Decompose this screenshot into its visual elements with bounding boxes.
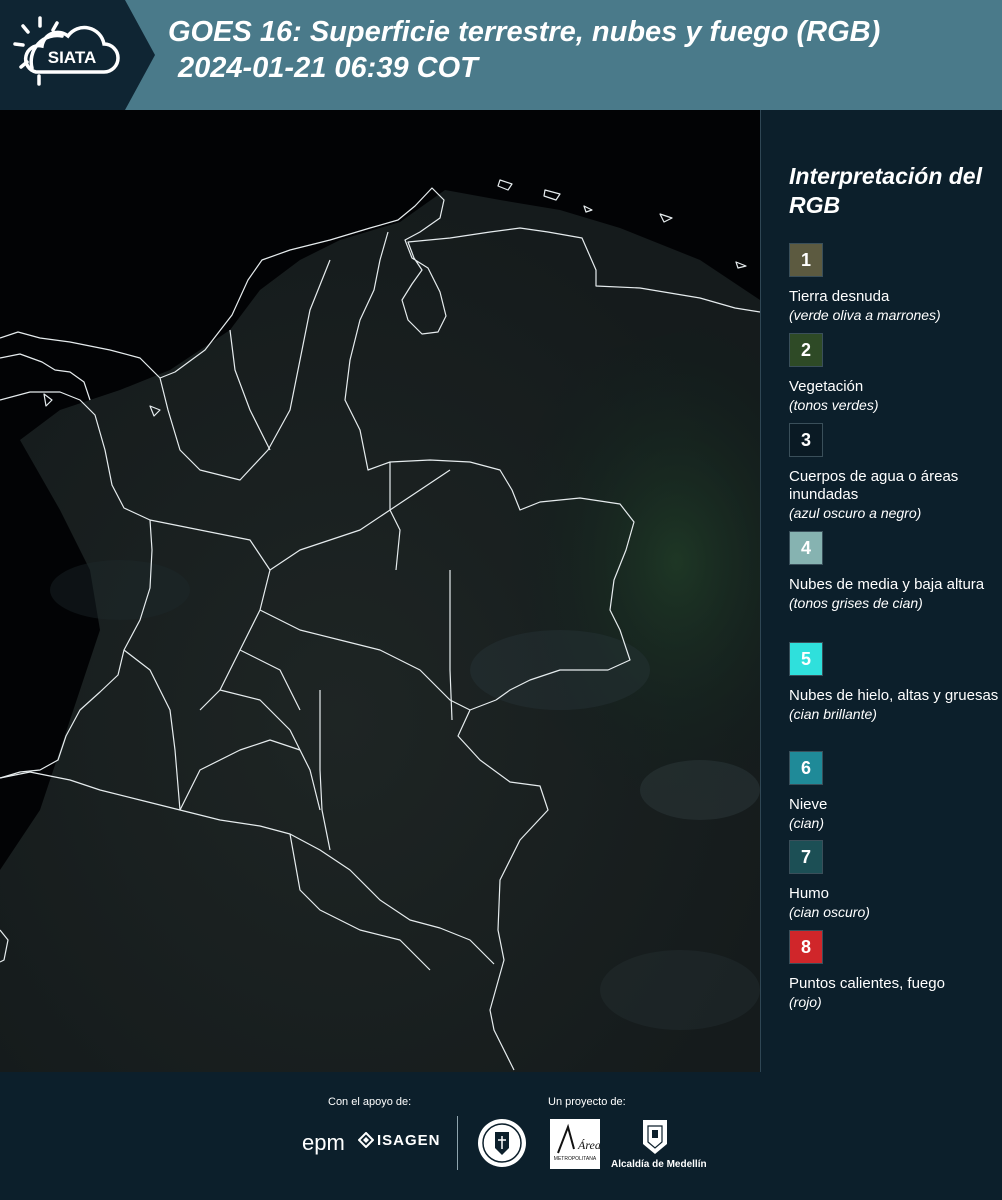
university-seal-icon[interactable] [477, 1118, 527, 1168]
siata-logo[interactable]: SIATA [0, 0, 155, 110]
area-logo-graphic: Área METROPOLITANA [554, 1123, 601, 1162]
legend-swatch: 6 [789, 751, 823, 785]
alcaldia-label: Alcaldía de Medellín [611, 1159, 707, 1170]
project-label: Un proyecto de: [548, 1096, 626, 1108]
legend-label: Cuerpos de agua o áreas inundadas [789, 468, 959, 503]
legend-item-low-clouds: 4 Nubes de media y baja altura (tonos gr… [789, 531, 999, 612]
footer-divider [457, 1116, 458, 1170]
legend-item-fire: 8 Puntos calientes, fuego (rojo) [789, 930, 999, 1011]
cloud-patch [50, 560, 190, 620]
header: SIATA GOES 16: Superficie terrestre, nub… [0, 0, 1002, 110]
legend-desc: (verde oliva a marrones) [789, 307, 941, 323]
alcaldia-shield-icon[interactable] [641, 1118, 669, 1156]
legend-label: Puntos calientes, fuego [789, 975, 945, 992]
satellite-map[interactable] [0, 110, 760, 1072]
legend-swatch: 5 [789, 642, 823, 676]
page-title: GOES 16: Superficie terrestre, nubes y f… [168, 14, 998, 86]
title-line-1: GOES 16: Superficie terrestre, nubes y f… [168, 16, 881, 48]
legend-swatch: 3 [789, 423, 823, 457]
legend-desc: (cian) [789, 815, 825, 831]
legend-label: Humo [789, 885, 830, 902]
footer: Con el apoyo de: Un proyecto de: epm ISA… [0, 1072, 1002, 1200]
epm-logo[interactable]: epm [302, 1130, 345, 1156]
legend-title: Interpretación del RGB [789, 163, 982, 218]
isagen-text: ISAGEN [377, 1132, 441, 1149]
legend-item-smoke: 7 Humo (cian oscuro) [789, 840, 999, 921]
svg-text:Área: Área [577, 1138, 600, 1152]
sun-cloud-icon: SIATA [13, 16, 120, 86]
title-timestamp: 2024-01-21 06:39 COT [178, 52, 478, 84]
cloud-patch [640, 760, 760, 820]
legend-item-snow: 6 Nieve (cian) [789, 751, 999, 832]
legend-desc: (azul oscuro a negro) [789, 505, 922, 521]
legend-desc: (tonos verdes) [789, 397, 879, 413]
support-label: Con el apoyo de: [328, 1096, 412, 1108]
legend-swatch: 4 [789, 531, 823, 565]
legend-item-bare-soil: 1 Tierra desnuda (verde oliva a marrones… [789, 243, 999, 324]
legend-label: Nubes de media y baja altura [789, 576, 985, 593]
legend-swatch: 7 [789, 840, 823, 874]
legend-label: Tierra desnuda [789, 288, 890, 305]
svg-text:METROPOLITANA: METROPOLITANA [554, 1156, 597, 1162]
legend-desc: (rojo) [789, 994, 822, 1010]
legend-desc: (cian brillante) [789, 706, 877, 722]
area-metropolitana-logo[interactable]: Área METROPOLITANA [550, 1119, 601, 1169]
legend-swatch: 1 [789, 243, 823, 277]
legend-label: Nieve [789, 796, 828, 813]
svg-text:SIATA: SIATA [48, 48, 96, 67]
epm-text: epm [302, 1130, 345, 1155]
legend-item-water: 3 Cuerpos de agua o áreas inundadas (azu… [789, 423, 999, 522]
legend-item-vegetation: 2 Vegetación (tonos verdes) [789, 333, 999, 414]
legend-item-ice-clouds: 5 Nubes de hielo, altas y gruesas (cian … [789, 642, 999, 723]
legend-swatch: 8 [789, 930, 823, 964]
isagen-mark-icon [358, 1132, 374, 1148]
rgb-legend: Interpretación del RGB 1 Tierra desnuda … [760, 110, 1002, 1072]
legend-desc: (cian oscuro) [789, 904, 870, 920]
cloud-patch [600, 950, 760, 1030]
legend-label: Vegetación [789, 378, 864, 395]
legend-desc: (tonos grises de cian) [789, 595, 923, 611]
legend-label: Nubes de hielo, altas y gruesas [789, 687, 999, 704]
rgb-satellite-image [0, 110, 760, 1072]
isagen-logo[interactable]: ISAGEN [358, 1132, 441, 1149]
legend-swatch: 2 [789, 333, 823, 367]
